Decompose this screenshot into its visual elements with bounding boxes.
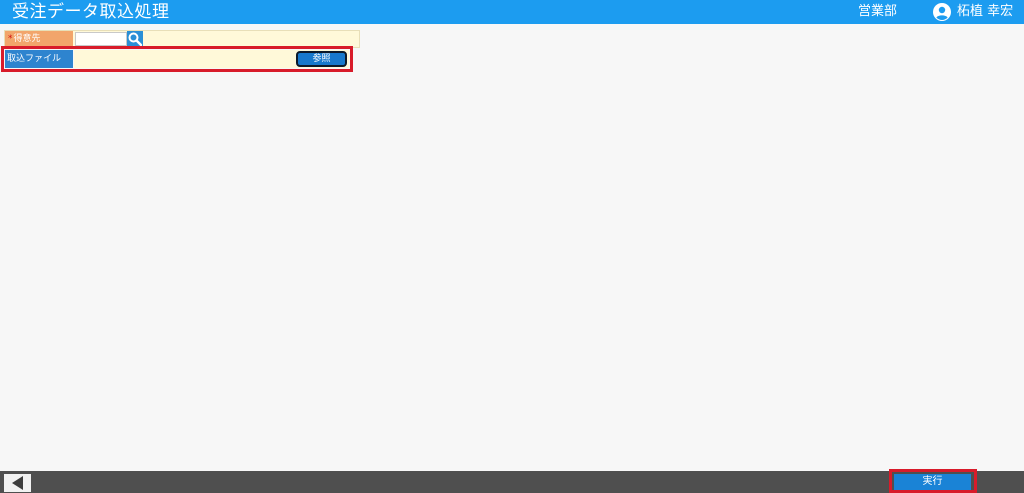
department-label: 営業部	[858, 4, 898, 19]
back-button[interactable]	[4, 474, 31, 492]
title-bar: 受注データ取込処理 営業部 柘植 幸宏	[0, 0, 1024, 24]
customer-input[interactable]	[75, 32, 127, 46]
back-arrow-icon	[12, 476, 23, 490]
customer-label-text: 得意先	[13, 34, 41, 44]
footer-bar	[0, 471, 1024, 493]
page-title: 受注データ取込処理	[12, 2, 170, 22]
user-icon[interactable]	[933, 3, 951, 21]
browse-button[interactable]: 参照	[296, 51, 347, 67]
customer-label: *得意先	[5, 31, 73, 47]
user-name: 柘植 幸宏	[957, 4, 1014, 19]
search-icon	[128, 32, 143, 47]
import-file-label: 取込ファイル	[5, 50, 73, 68]
required-mark: *	[8, 34, 13, 44]
customer-search-button[interactable]	[127, 31, 143, 47]
execute-button[interactable]: 実行	[894, 474, 971, 490]
